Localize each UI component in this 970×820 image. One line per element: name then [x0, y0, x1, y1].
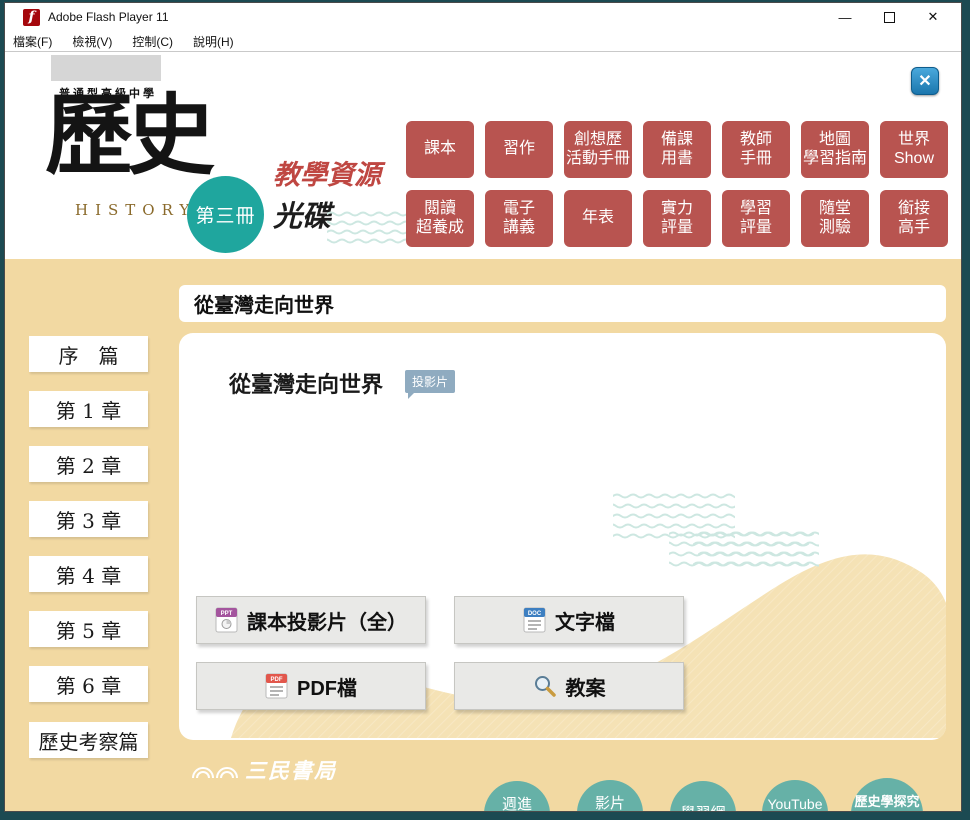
sidebar-item-ch2[interactable]: 第 2 章: [29, 446, 148, 482]
teaching-resource-label: 教學資源: [273, 153, 381, 192]
flash-icon: f: [23, 9, 40, 26]
pdf-file-button[interactable]: PDF PDF檔: [196, 662, 426, 710]
flash-stage: 普通型高級中學 歷史 HISTORY 第三冊 教學資源 光碟 ✕ 課本 習作 創…: [5, 53, 961, 811]
nav-map-guide-button[interactable]: 地圖 學習指南: [801, 121, 869, 178]
nav-workbook-button[interactable]: 習作: [485, 121, 553, 178]
sidebar-item-survey[interactable]: 歷史考察篇: [29, 722, 148, 758]
action-button-label: 課本投影片（全）: [247, 606, 407, 635]
ppt-file-icon: PPT: [215, 607, 238, 633]
sidebar-item-ch3[interactable]: 第 3 章: [29, 501, 148, 537]
slides-badge: 投影片: [405, 370, 455, 393]
disc-label: 光碟: [273, 193, 331, 235]
nav-world-show-button[interactable]: 世界 Show: [880, 121, 948, 178]
action-button-label: 教案: [566, 672, 606, 701]
sidebar-item-ch5[interactable]: 第 5 章: [29, 611, 148, 647]
window-titlebar: f Adobe Flash Player 11 — ✕: [5, 3, 961, 31]
weekly-schedule-link[interactable]: 週進 度表: [484, 781, 550, 811]
volume-badge: 第三冊: [187, 176, 264, 253]
svg-text:PPT: PPT: [221, 611, 233, 617]
rainbow-arcs-icon: [191, 760, 239, 780]
pdf-file-icon: PDF: [265, 673, 288, 699]
content-background: 序 篇 第 1 章 第 2 章 第 3 章 第 4 章 第 5 章 第 6 章 …: [5, 259, 961, 811]
wave-decoration: [669, 529, 819, 587]
section-title-bar: 從臺灣走向世界: [179, 285, 946, 322]
nav-reading-button[interactable]: 閱讀 超養成: [406, 190, 474, 247]
action-button-label: 文字檔: [555, 606, 615, 635]
window-title: Adobe Flash Player 11: [48, 10, 169, 24]
menu-control[interactable]: 控制(C): [132, 33, 173, 50]
publisher-logo: 三民書局: [191, 755, 337, 785]
unit-heading: 從臺灣走向世界: [229, 367, 383, 399]
nav-timeline-button[interactable]: 年表: [564, 190, 632, 247]
lesson-plan-button[interactable]: 教案: [454, 662, 684, 710]
learning-site-link[interactable]: 學習網: [670, 781, 736, 811]
action-button-label: PDF檔: [297, 672, 357, 701]
logo-placeholder: [51, 55, 161, 81]
slides-all-button[interactable]: PPT 課本投影片（全）: [196, 596, 426, 644]
svg-text:PDF: PDF: [271, 677, 283, 683]
video-list-link[interactable]: 影片 清單: [577, 780, 643, 811]
nav-lesson-prep-button[interactable]: 備課 用書: [643, 121, 711, 178]
publisher-name: 三民書局: [245, 755, 337, 785]
maximize-button[interactable]: [867, 4, 911, 30]
history-research-link[interactable]: 歷史學探究 數位教材 分享平臺: [851, 778, 923, 811]
nav-teacher-manual-button[interactable]: 教師 手冊: [722, 121, 790, 178]
close-button[interactable]: ✕: [911, 4, 955, 30]
sidebar-item-ch1[interactable]: 第 1 章: [29, 391, 148, 427]
nav-quiz-button[interactable]: 隨堂 測驗: [801, 190, 869, 247]
flash-player-window: f Adobe Flash Player 11 — ✕ 檔案(F) 檢視(V) …: [4, 2, 962, 812]
menu-file[interactable]: 檔案(F): [13, 33, 52, 50]
nav-textbook-button[interactable]: 課本: [406, 121, 474, 178]
history-logo-title: 歷史: [45, 91, 209, 179]
nav-learning-test-button[interactable]: 學習 評量: [722, 190, 790, 247]
menu-bar: 檔案(F) 檢視(V) 控制(C) 說明(H): [5, 31, 961, 52]
doc-file-icon: DOC: [523, 607, 546, 633]
minimize-button[interactable]: —: [823, 4, 867, 30]
sidebar-item-ch6[interactable]: 第 6 章: [29, 666, 148, 702]
text-file-button[interactable]: DOC 文字檔: [454, 596, 684, 644]
sidebar-item-intro[interactable]: 序 篇: [29, 336, 148, 372]
sidebar-item-ch4[interactable]: 第 4 章: [29, 556, 148, 592]
magnifier-icon: [533, 674, 557, 698]
nav-bridging-button[interactable]: 銜接 高手: [880, 190, 948, 247]
nav-ability-test-button[interactable]: 實力 評量: [643, 190, 711, 247]
menu-help[interactable]: 說明(H): [193, 33, 234, 50]
history-research-title: 歷史學探究: [854, 794, 919, 810]
nav-electure-button[interactable]: 電子 講義: [485, 190, 553, 247]
svg-text:DOC: DOC: [528, 611, 542, 617]
action-button-grid: PPT 課本投影片（全） DOC: [196, 596, 684, 710]
history-logo-subtitle: HISTORY: [75, 201, 196, 219]
content-panel: 從臺灣走向世界 投影片 PPT: [179, 333, 946, 740]
resource-nav-grid: 課本 習作 創想歷 活動手冊 備課 用書 教師 手冊 地圖 學習指南 世界 Sh…: [406, 121, 948, 247]
wave-decoration: [327, 209, 413, 249]
maximize-icon: [884, 12, 895, 23]
menu-view[interactable]: 檢視(V): [72, 33, 112, 50]
nav-activity-book-button[interactable]: 創想歷 活動手冊: [564, 121, 632, 178]
app-close-button[interactable]: ✕: [911, 67, 939, 95]
youtube-channel-link[interactable]: YouTube 頻道: [762, 780, 828, 811]
